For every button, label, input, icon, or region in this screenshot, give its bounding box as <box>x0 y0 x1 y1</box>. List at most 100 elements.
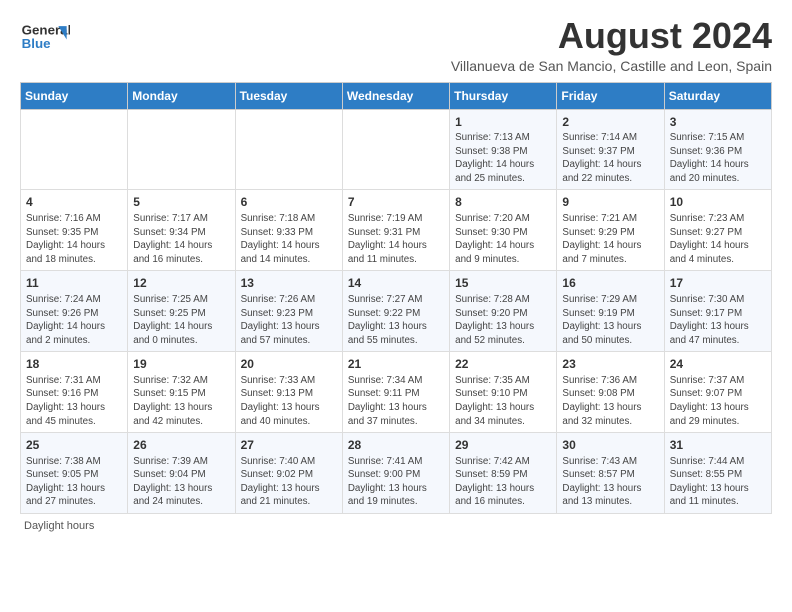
calendar-cell: 26Sunrise: 7:39 AM Sunset: 9:04 PM Dayli… <box>128 433 235 514</box>
calendar-cell: 22Sunrise: 7:35 AM Sunset: 9:10 PM Dayli… <box>450 352 557 433</box>
cell-details: Sunrise: 7:44 AM Sunset: 8:55 PM Dayligh… <box>670 455 766 509</box>
cell-details: Sunrise: 7:20 AM Sunset: 9:30 PM Dayligh… <box>455 212 551 266</box>
day-number: 1 <box>455 114 551 131</box>
day-number: 10 <box>670 194 766 211</box>
cell-details: Sunrise: 7:30 AM Sunset: 9:17 PM Dayligh… <box>670 293 766 347</box>
calendar-cell: 19Sunrise: 7:32 AM Sunset: 9:15 PM Dayli… <box>128 352 235 433</box>
calendar-cell: 7Sunrise: 7:19 AM Sunset: 9:31 PM Daylig… <box>342 190 449 271</box>
cell-details: Sunrise: 7:39 AM Sunset: 9:04 PM Dayligh… <box>133 455 229 509</box>
calendar-cell <box>342 109 449 190</box>
cell-details: Sunrise: 7:29 AM Sunset: 9:19 PM Dayligh… <box>562 293 658 347</box>
day-number: 23 <box>562 356 658 373</box>
day-number: 15 <box>455 275 551 292</box>
calendar-cell: 3Sunrise: 7:15 AM Sunset: 9:36 PM Daylig… <box>664 109 771 190</box>
col-header-wednesday: Wednesday <box>342 82 449 109</box>
cell-details: Sunrise: 7:13 AM Sunset: 9:38 PM Dayligh… <box>455 131 551 185</box>
calendar-cell: 18Sunrise: 7:31 AM Sunset: 9:16 PM Dayli… <box>21 352 128 433</box>
col-header-sunday: Sunday <box>21 82 128 109</box>
title-section: August 2024 Villanueva de San Mancio, Ca… <box>451 16 772 74</box>
page: General Blue August 2024 Villanueva de S… <box>0 0 792 542</box>
cell-details: Sunrise: 7:43 AM Sunset: 8:57 PM Dayligh… <box>562 455 658 509</box>
day-number: 31 <box>670 437 766 454</box>
day-number: 28 <box>348 437 444 454</box>
cell-details: Sunrise: 7:16 AM Sunset: 9:35 PM Dayligh… <box>26 212 122 266</box>
day-number: 30 <box>562 437 658 454</box>
cell-details: Sunrise: 7:26 AM Sunset: 9:23 PM Dayligh… <box>241 293 337 347</box>
day-number: 22 <box>455 356 551 373</box>
cell-details: Sunrise: 7:32 AM Sunset: 9:15 PM Dayligh… <box>133 374 229 428</box>
cell-details: Sunrise: 7:42 AM Sunset: 8:59 PM Dayligh… <box>455 455 551 509</box>
calendar-cell: 6Sunrise: 7:18 AM Sunset: 9:33 PM Daylig… <box>235 190 342 271</box>
cell-details: Sunrise: 7:34 AM Sunset: 9:11 PM Dayligh… <box>348 374 444 428</box>
calendar-cell: 27Sunrise: 7:40 AM Sunset: 9:02 PM Dayli… <box>235 433 342 514</box>
calendar-row-3: 11Sunrise: 7:24 AM Sunset: 9:26 PM Dayli… <box>21 271 772 352</box>
calendar-cell: 17Sunrise: 7:30 AM Sunset: 9:17 PM Dayli… <box>664 271 771 352</box>
day-number: 17 <box>670 275 766 292</box>
day-number: 26 <box>133 437 229 454</box>
logo: General Blue <box>20 16 70 58</box>
cell-details: Sunrise: 7:17 AM Sunset: 9:34 PM Dayligh… <box>133 212 229 266</box>
calendar-cell: 4Sunrise: 7:16 AM Sunset: 9:35 PM Daylig… <box>21 190 128 271</box>
calendar-row-2: 4Sunrise: 7:16 AM Sunset: 9:35 PM Daylig… <box>21 190 772 271</box>
calendar-cell: 8Sunrise: 7:20 AM Sunset: 9:30 PM Daylig… <box>450 190 557 271</box>
calendar-cell: 11Sunrise: 7:24 AM Sunset: 9:26 PM Dayli… <box>21 271 128 352</box>
calendar-cell: 14Sunrise: 7:27 AM Sunset: 9:22 PM Dayli… <box>342 271 449 352</box>
month-title: August 2024 <box>451 16 772 56</box>
calendar-cell: 23Sunrise: 7:36 AM Sunset: 9:08 PM Dayli… <box>557 352 664 433</box>
day-number: 19 <box>133 356 229 373</box>
day-number: 13 <box>241 275 337 292</box>
daylight-label: Daylight hours <box>24 520 94 532</box>
calendar-cell: 1Sunrise: 7:13 AM Sunset: 9:38 PM Daylig… <box>450 109 557 190</box>
cell-details: Sunrise: 7:31 AM Sunset: 9:16 PM Dayligh… <box>26 374 122 428</box>
cell-details: Sunrise: 7:18 AM Sunset: 9:33 PM Dayligh… <box>241 212 337 266</box>
day-number: 8 <box>455 194 551 211</box>
day-number: 6 <box>241 194 337 211</box>
day-number: 18 <box>26 356 122 373</box>
day-number: 9 <box>562 194 658 211</box>
day-number: 16 <box>562 275 658 292</box>
day-number: 14 <box>348 275 444 292</box>
col-header-friday: Friday <box>557 82 664 109</box>
calendar-row-4: 18Sunrise: 7:31 AM Sunset: 9:16 PM Dayli… <box>21 352 772 433</box>
day-number: 11 <box>26 275 122 292</box>
cell-details: Sunrise: 7:38 AM Sunset: 9:05 PM Dayligh… <box>26 455 122 509</box>
day-number: 5 <box>133 194 229 211</box>
svg-text:Blue: Blue <box>22 36 51 51</box>
cell-details: Sunrise: 7:19 AM Sunset: 9:31 PM Dayligh… <box>348 212 444 266</box>
col-header-tuesday: Tuesday <box>235 82 342 109</box>
calendar-cell: 24Sunrise: 7:37 AM Sunset: 9:07 PM Dayli… <box>664 352 771 433</box>
cell-details: Sunrise: 7:23 AM Sunset: 9:27 PM Dayligh… <box>670 212 766 266</box>
cell-details: Sunrise: 7:33 AM Sunset: 9:13 PM Dayligh… <box>241 374 337 428</box>
cell-details: Sunrise: 7:15 AM Sunset: 9:36 PM Dayligh… <box>670 131 766 185</box>
col-header-saturday: Saturday <box>664 82 771 109</box>
footer-note: Daylight hours <box>20 520 772 532</box>
cell-details: Sunrise: 7:35 AM Sunset: 9:10 PM Dayligh… <box>455 374 551 428</box>
calendar-cell: 29Sunrise: 7:42 AM Sunset: 8:59 PM Dayli… <box>450 433 557 514</box>
calendar-row-5: 25Sunrise: 7:38 AM Sunset: 9:05 PM Dayli… <box>21 433 772 514</box>
calendar-cell <box>235 109 342 190</box>
calendar-cell: 5Sunrise: 7:17 AM Sunset: 9:34 PM Daylig… <box>128 190 235 271</box>
calendar-cell: 25Sunrise: 7:38 AM Sunset: 9:05 PM Dayli… <box>21 433 128 514</box>
calendar-cell: 12Sunrise: 7:25 AM Sunset: 9:25 PM Dayli… <box>128 271 235 352</box>
cell-details: Sunrise: 7:21 AM Sunset: 9:29 PM Dayligh… <box>562 212 658 266</box>
calendar-cell <box>21 109 128 190</box>
calendar: SundayMondayTuesdayWednesdayThursdayFrid… <box>20 82 772 514</box>
calendar-cell: 30Sunrise: 7:43 AM Sunset: 8:57 PM Dayli… <box>557 433 664 514</box>
cell-details: Sunrise: 7:25 AM Sunset: 9:25 PM Dayligh… <box>133 293 229 347</box>
cell-details: Sunrise: 7:27 AM Sunset: 9:22 PM Dayligh… <box>348 293 444 347</box>
day-number: 7 <box>348 194 444 211</box>
cell-details: Sunrise: 7:41 AM Sunset: 9:00 PM Dayligh… <box>348 455 444 509</box>
day-number: 2 <box>562 114 658 131</box>
cell-details: Sunrise: 7:14 AM Sunset: 9:37 PM Dayligh… <box>562 131 658 185</box>
day-number: 24 <box>670 356 766 373</box>
day-number: 20 <box>241 356 337 373</box>
col-header-thursday: Thursday <box>450 82 557 109</box>
day-number: 4 <box>26 194 122 211</box>
col-header-monday: Monday <box>128 82 235 109</box>
cell-details: Sunrise: 7:28 AM Sunset: 9:20 PM Dayligh… <box>455 293 551 347</box>
calendar-cell: 16Sunrise: 7:29 AM Sunset: 9:19 PM Dayli… <box>557 271 664 352</box>
header: General Blue August 2024 Villanueva de S… <box>20 16 772 74</box>
calendar-cell: 2Sunrise: 7:14 AM Sunset: 9:37 PM Daylig… <box>557 109 664 190</box>
calendar-cell: 15Sunrise: 7:28 AM Sunset: 9:20 PM Dayli… <box>450 271 557 352</box>
logo-icon: General Blue <box>20 16 70 58</box>
